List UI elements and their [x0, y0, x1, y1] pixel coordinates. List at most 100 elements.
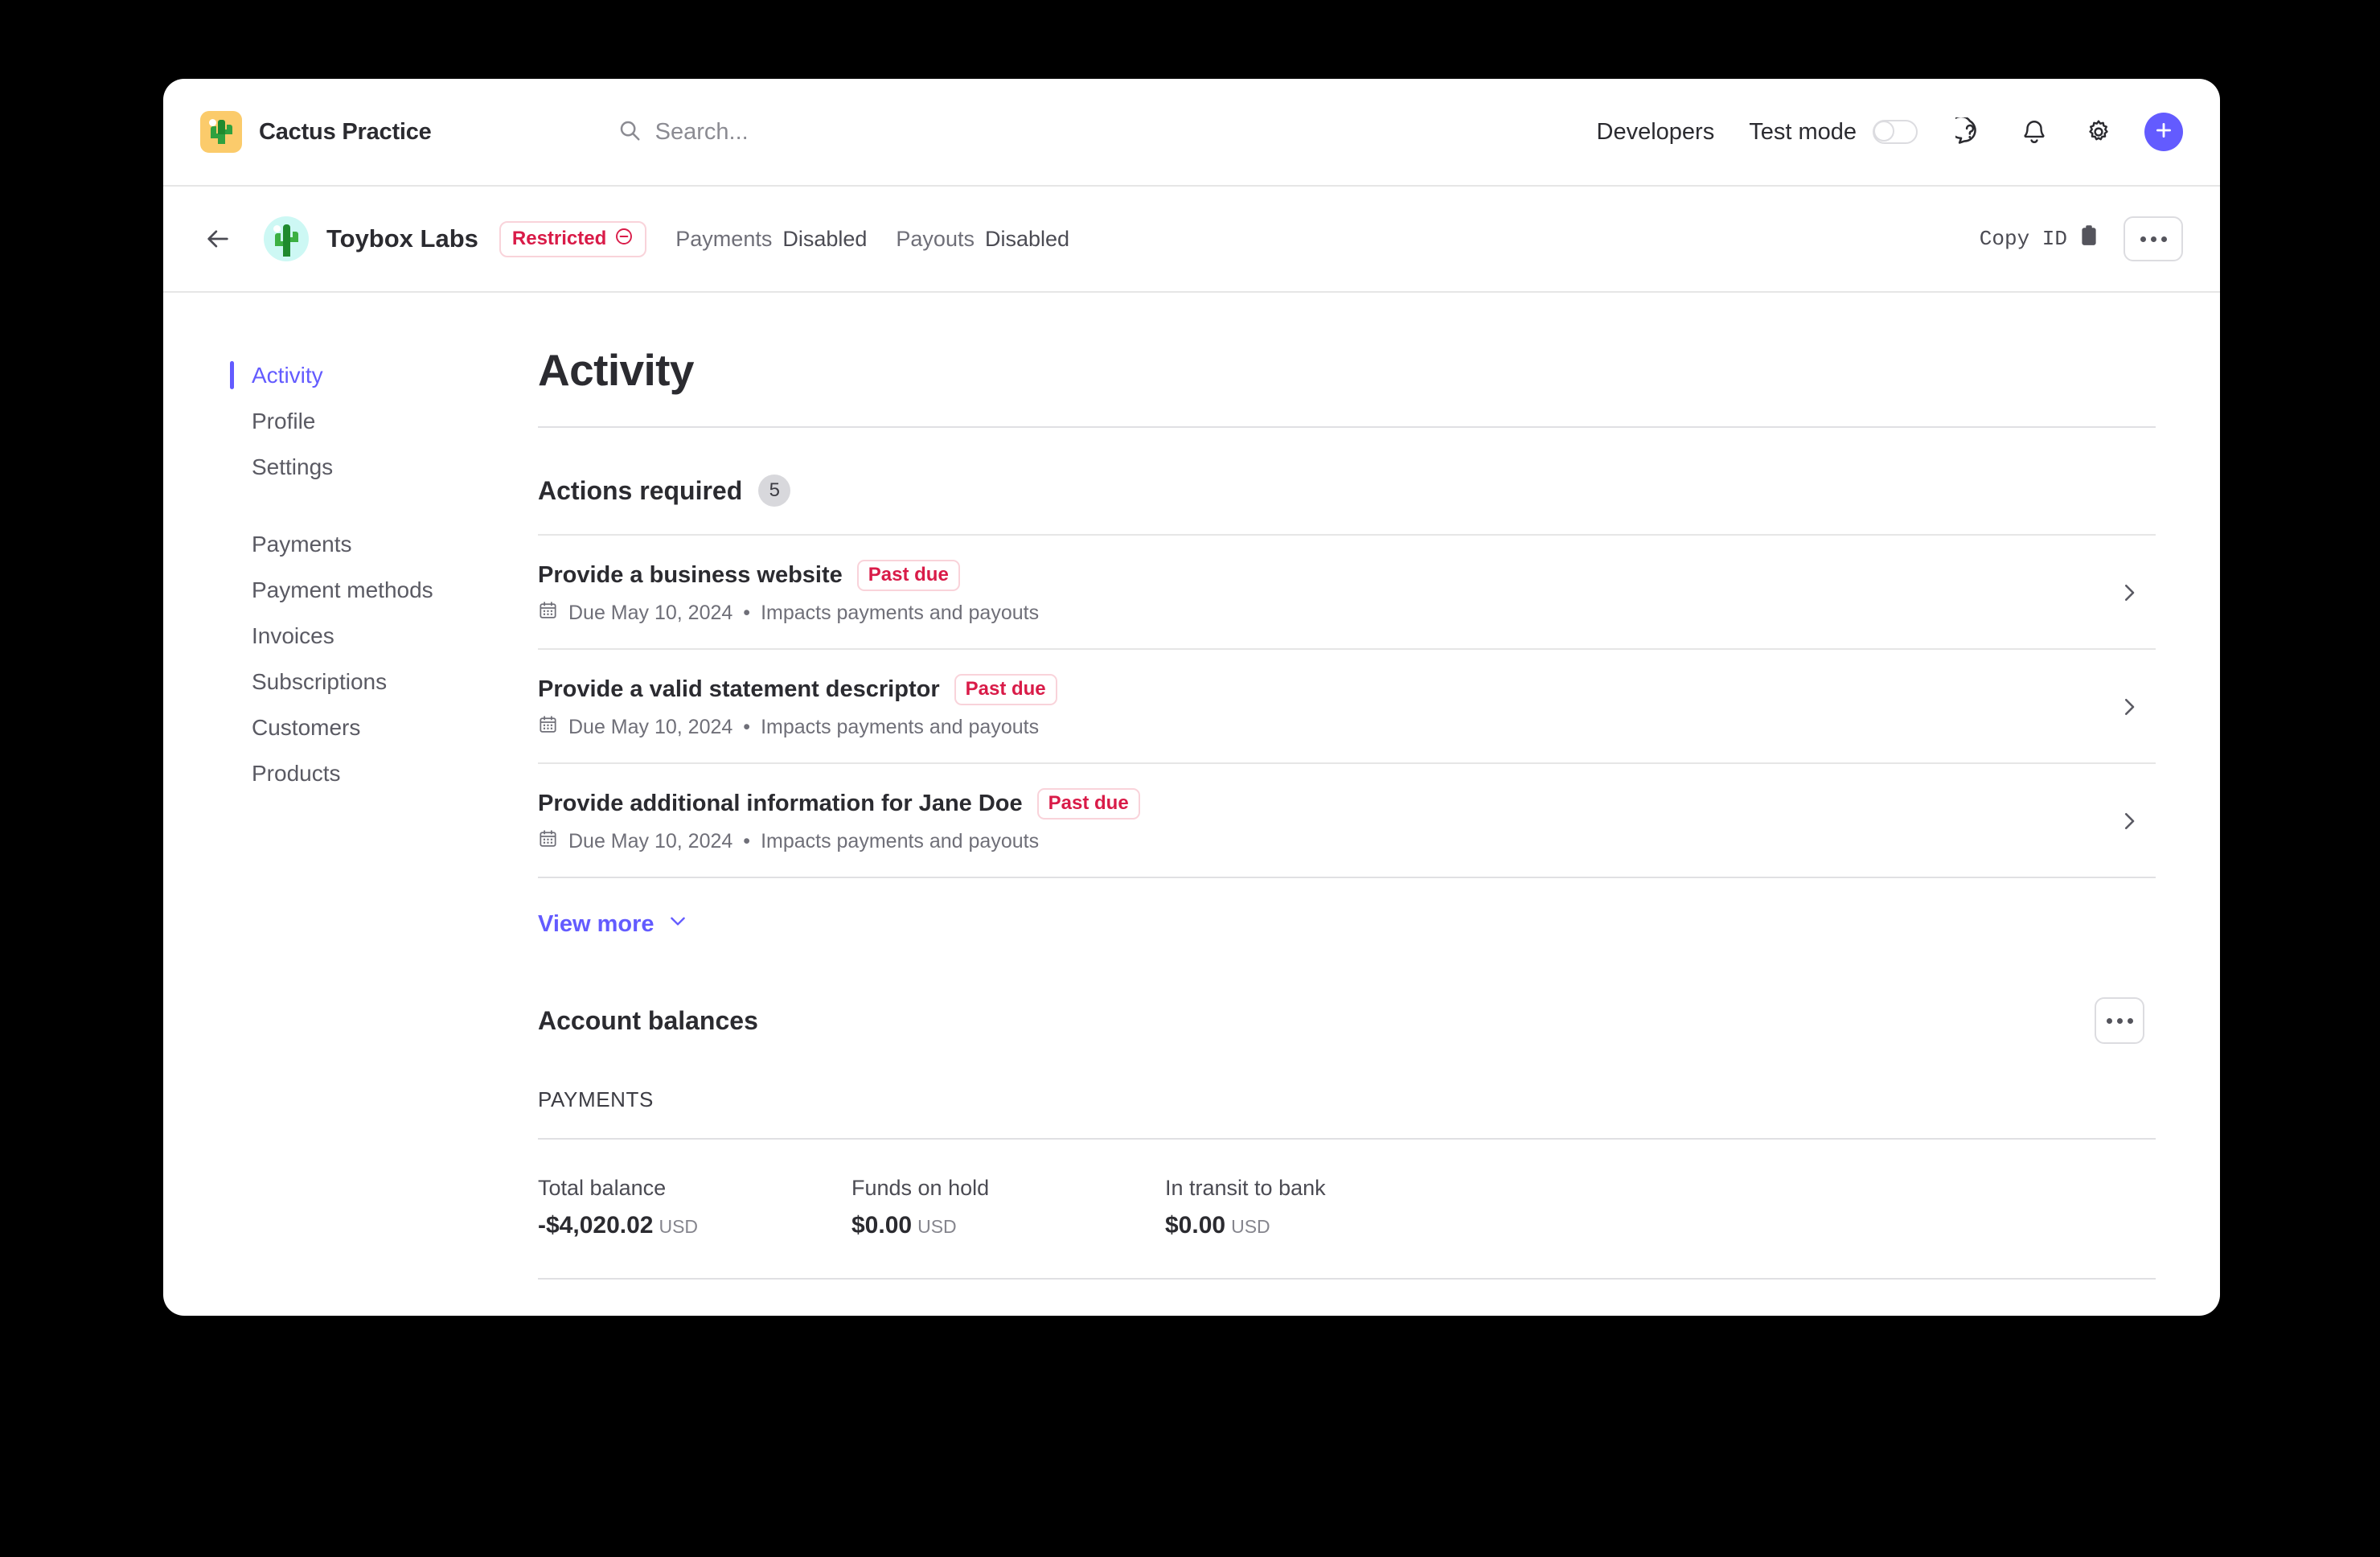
- account-balances-header: Account balances: [538, 997, 2156, 1044]
- cactus-avatar-icon: [264, 216, 309, 261]
- action-row[interactable]: Provide additional information for Jane …: [538, 762, 2156, 877]
- balance-currency: USD: [917, 1216, 957, 1237]
- meta-separator: •: [743, 829, 751, 852]
- sidebar-item-payments[interactable]: Payments: [163, 521, 538, 567]
- balance-label: Total balance: [538, 1176, 667, 1200]
- sidebar-item-products[interactable]: Products: [163, 750, 538, 796]
- balances-group-label: PAYMENTS: [538, 1087, 654, 1111]
- sidebar-divider: [163, 490, 538, 521]
- action-row[interactable]: Provide a valid statement descriptor Pas…: [538, 648, 2156, 762]
- test-mode-control[interactable]: Test mode: [1749, 119, 1918, 146]
- sidebar-item-subscriptions[interactable]: Subscriptions: [163, 659, 538, 705]
- clipboard-icon: [2078, 224, 2099, 253]
- balance-amount: $0.00: [851, 1212, 913, 1239]
- test-mode-toggle[interactable]: [1873, 120, 1918, 144]
- cactus-logo-icon: [200, 111, 242, 153]
- developers-link[interactable]: Developers: [1597, 119, 1715, 146]
- chevron-right-icon[interactable]: [2111, 803, 2148, 840]
- status-badge: Past due: [1036, 788, 1140, 820]
- sidebar-item-label: Products: [252, 760, 341, 786]
- bell-icon[interactable]: [2016, 113, 2053, 150]
- search-placeholder: Search...: [654, 118, 749, 145]
- add-button[interactable]: [2144, 113, 2183, 151]
- sidebar-item-label: Profile: [252, 408, 316, 433]
- sidebar-item-label: Activity: [252, 362, 323, 388]
- account-overflow-button[interactable]: [2124, 216, 2183, 261]
- payments-status-value: Disabled: [782, 226, 868, 251]
- actions-bottom-divider: [538, 877, 2156, 878]
- search-icon: [618, 118, 642, 146]
- action-impact: Impacts payments and payouts: [761, 829, 1040, 852]
- payouts-status-value: Disabled: [984, 226, 1070, 251]
- arrow-left-icon[interactable]: [200, 221, 236, 257]
- balance-value: $0.00 USD: [1165, 1212, 1479, 1239]
- brand[interactable]: Cactus Practice: [200, 111, 432, 153]
- action-due-date: Due May 10, 2024: [568, 601, 733, 624]
- help-circle-icon[interactable]: [1951, 113, 1988, 150]
- page-title: Activity: [538, 345, 694, 395]
- action-meta: Due May 10, 2024 • Impacts payments and …: [538, 714, 2111, 740]
- action-meta: Due May 10, 2024 • Impacts payments and …: [538, 828, 2111, 854]
- sidebar-item-settings[interactable]: Settings: [163, 444, 538, 490]
- balance-cell-on-hold: Funds on hold $0.00 USD: [851, 1176, 1165, 1239]
- plus-icon: [2153, 120, 2174, 145]
- balance-cell-in-transit: In transit to bank $0.00 USD: [1165, 1176, 1479, 1239]
- action-title: Provide a valid statement descriptor: [538, 676, 940, 702]
- action-row[interactable]: Provide a business website Past due Due …: [538, 534, 2156, 648]
- sidebar: Activity Profile Settings Payments Payme…: [163, 293, 538, 1314]
- balance-value: -$4,020.02 USD: [538, 1212, 851, 1239]
- sidebar-item-customers[interactable]: Customers: [163, 705, 538, 750]
- action-impact: Impacts payments and payouts: [761, 715, 1040, 738]
- action-due-date: Due May 10, 2024: [568, 715, 733, 738]
- payments-status: Payments Disabled: [675, 227, 867, 252]
- balance-value: $0.00 USD: [851, 1212, 1165, 1239]
- action-row-content: Provide additional information for Jane …: [538, 788, 2111, 854]
- chevron-right-icon[interactable]: [2111, 688, 2148, 725]
- action-meta: Due May 10, 2024 • Impacts payments and …: [538, 600, 2111, 626]
- ellipsis-icon: [2140, 236, 2146, 242]
- balance-label: In transit to bank: [1165, 1176, 1326, 1200]
- body: Activity Profile Settings Payments Payme…: [163, 293, 2220, 1314]
- section-title: Account balances: [538, 1005, 758, 1035]
- status-badge: Past due: [954, 674, 1057, 705]
- balance-amount: $0.00: [1165, 1212, 1226, 1239]
- status-badge-label: Restricted: [511, 228, 607, 249]
- search-input[interactable]: Search...: [618, 118, 749, 146]
- subheader-actions: Copy ID: [1980, 216, 2183, 261]
- brand-name: Cactus Practice: [259, 118, 432, 145]
- sidebar-item-label: Invoices: [252, 622, 334, 648]
- sidebar-item-label: Customers: [252, 714, 361, 740]
- chevron-right-icon[interactable]: [2111, 574, 2148, 611]
- ellipsis-icon: [2106, 1017, 2112, 1024]
- calendar-icon: [538, 714, 558, 740]
- chevron-down-icon: [667, 910, 688, 938]
- action-due-date: Due May 10, 2024: [568, 829, 733, 852]
- sidebar-item-label: Settings: [252, 454, 334, 479]
- calendar-icon: [538, 828, 558, 854]
- balances-overflow-button[interactable]: [2095, 997, 2144, 1044]
- action-row-content: Provide a valid statement descriptor Pas…: [538, 674, 2111, 740]
- sidebar-item-profile[interactable]: Profile: [163, 398, 538, 444]
- action-title: Provide a business website: [538, 562, 843, 588]
- sidebar-item-activity[interactable]: Activity: [163, 352, 538, 398]
- status-badge[interactable]: Restricted: [499, 220, 647, 257]
- test-mode-label: Test mode: [1749, 118, 1857, 145]
- balance-label: Funds on hold: [851, 1176, 990, 1200]
- balance-amount: -$4,020.02: [538, 1212, 654, 1239]
- sidebar-item-payment-methods[interactable]: Payment methods: [163, 567, 538, 613]
- sidebar-item-invoices[interactable]: Invoices: [163, 613, 538, 659]
- gear-icon[interactable]: [2080, 113, 2117, 150]
- sidebar-item-label: Payments: [252, 531, 352, 557]
- status-badge: Past due: [856, 560, 960, 591]
- action-row-content: Provide a business website Past due Due …: [538, 560, 2111, 626]
- action-title-line: Provide a valid statement descriptor Pas…: [538, 674, 2111, 705]
- balances-grid: Total balance -$4,020.02 USD Funds on hol…: [538, 1138, 2156, 1280]
- view-more-button[interactable]: View more: [538, 910, 688, 938]
- view-more-label: View more: [538, 910, 654, 937]
- action-impact: Impacts payments and payouts: [761, 601, 1040, 624]
- meta-separator: •: [743, 715, 751, 738]
- payouts-status-key: Payouts: [896, 226, 975, 251]
- balance-currency: USD: [659, 1216, 699, 1237]
- copy-id-button[interactable]: Copy ID: [1980, 224, 2099, 253]
- actions-required-header: Actions required 5: [538, 474, 2156, 507]
